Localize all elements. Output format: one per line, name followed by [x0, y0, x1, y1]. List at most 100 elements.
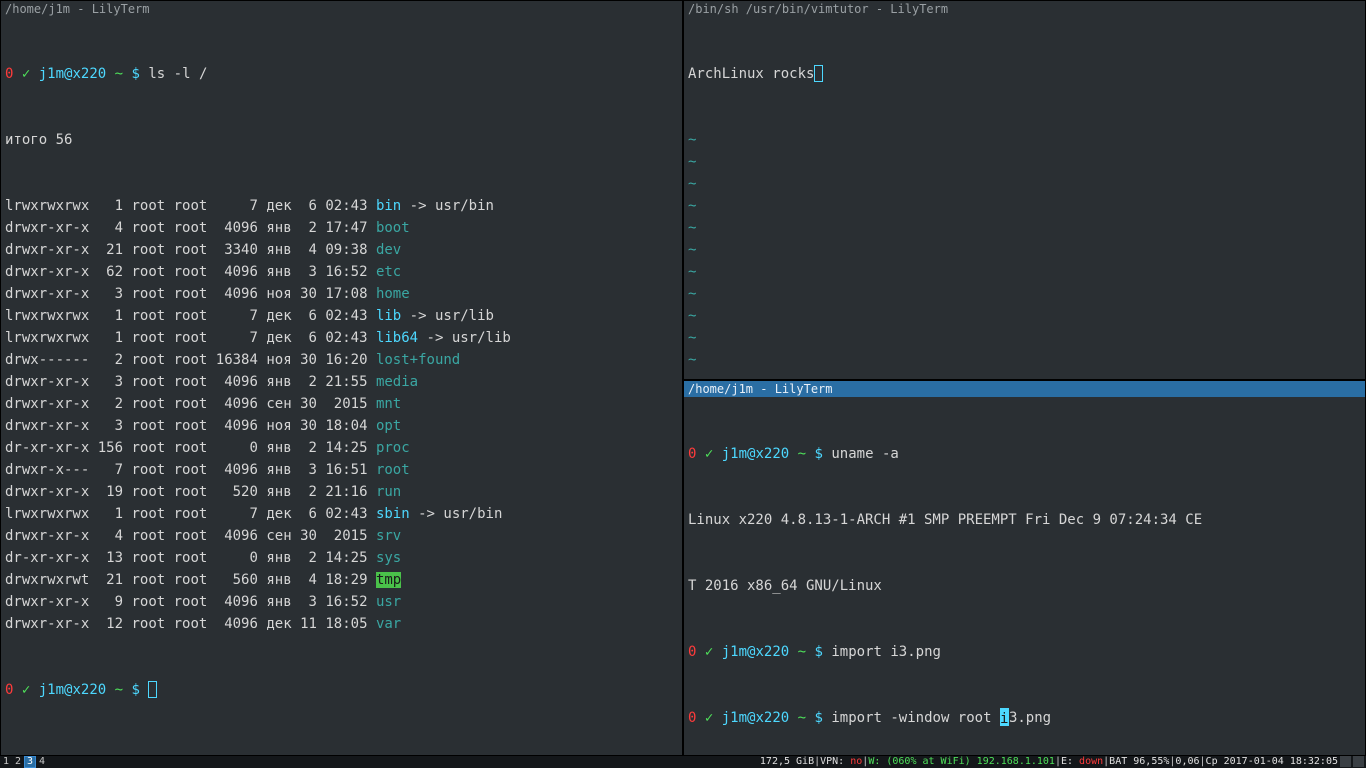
cursor-icon: i	[1000, 708, 1009, 726]
status-disk: 172,5 GiB	[760, 756, 814, 768]
cwd: ~	[115, 66, 123, 82]
ls-row: drwxr-xr-x 4 root root 4096 сен 30 2015 …	[5, 525, 678, 547]
vim-tilde-line: ~	[688, 129, 1361, 151]
file-name: bin	[376, 198, 401, 214]
status-right: 172,5 GiB|VPN: no|W: (060% at WiFi) 192.…	[760, 756, 1366, 768]
prompt-symbol: $	[815, 710, 823, 726]
ls-row: drwxr-xr-x 12 root root 4096 дек 11 18:0…	[5, 613, 678, 635]
vim-tilde-line: ~	[688, 195, 1361, 217]
vim-tilde-line: ~	[688, 151, 1361, 173]
tray-icon[interactable]	[1353, 756, 1364, 767]
terminal-top-right[interactable]: /bin/sh /usr/bin/vimtutor - LilyTerm Arc…	[683, 0, 1366, 380]
titlebar-top-right: /bin/sh /usr/bin/vimtutor - LilyTerm	[684, 1, 1365, 17]
ls-row: drwxr-xr-x 3 root root 4096 янв 2 21:55 …	[5, 371, 678, 393]
file-name: opt	[376, 418, 401, 434]
file-name: tmp	[376, 572, 401, 588]
file-name: etc	[376, 264, 401, 280]
cwd: ~	[798, 446, 806, 462]
symlink-target: -> usr/bin	[401, 198, 494, 214]
vim-tilde-line: ~	[688, 371, 1361, 379]
file-name: media	[376, 374, 418, 390]
status-load: 0,06	[1175, 756, 1199, 768]
workspace-button-3[interactable]: 3	[24, 756, 36, 768]
user-host: j1m@x220	[722, 710, 789, 726]
workspace-button-2[interactable]: 2	[12, 756, 24, 768]
command-text: ls -l /	[148, 66, 207, 82]
ls-row: lrwxrwxrwx 1 root root 7 дек 6 02:43 lib…	[5, 327, 678, 349]
vim-tilde-line: ~	[688, 261, 1361, 283]
vim-tilde-line: ~	[688, 305, 1361, 327]
tray-icon[interactable]	[1340, 756, 1351, 767]
cwd: ~	[115, 682, 123, 698]
i3-screen: /home/j1m - LilyTerm 0 ✓ j1m@x220 ~ $ ls…	[0, 0, 1366, 756]
workspace-button-4[interactable]: 4	[36, 756, 48, 768]
check-icon: ✓	[705, 644, 713, 660]
workspace-list: 1234	[0, 756, 48, 768]
prompt-line-1: 0 ✓ j1m@x220 ~ $ ls -l /	[5, 63, 678, 85]
vim-text: ArchLinux rocks	[688, 66, 814, 82]
prompt-symbol: $	[132, 66, 140, 82]
prompt-line-br3: 0 ✓ j1m@x220 ~ $ import -window root i3.…	[688, 707, 1361, 729]
file-name: mnt	[376, 396, 401, 412]
status-battery: BAT 96,55%	[1109, 756, 1169, 768]
symlink-target: -> usr/lib	[418, 330, 511, 346]
ls-row: drwxr-xr-x 4 root root 4096 янв 2 17:47 …	[5, 217, 678, 239]
prompt-line-2: 0 ✓ j1m@x220 ~ $	[5, 679, 678, 701]
symlink-target: -> usr/lib	[401, 308, 494, 324]
ls-row: drwxrwxrwt 21 root root 560 янв 4 18:29 …	[5, 569, 678, 591]
file-name: root	[376, 462, 410, 478]
file-name: home	[376, 286, 410, 302]
vim-tilde-line: ~	[688, 173, 1361, 195]
cwd: ~	[798, 644, 806, 660]
file-name: lib	[376, 308, 401, 324]
check-icon: ✓	[22, 66, 30, 82]
file-name: dev	[376, 242, 401, 258]
uname-output-2: T 2016 x86_64 GNU/Linux	[688, 575, 1361, 597]
terminal-top-right-body[interactable]: ArchLinux rocks ~~~~~~~~~~~~~~~	[684, 17, 1365, 379]
terminal-left[interactable]: /home/j1m - LilyTerm 0 ✓ j1m@x220 ~ $ ls…	[0, 0, 683, 756]
prompt-symbol: $	[132, 682, 140, 698]
ls-row: drwx------ 2 root root 16384 ноя 30 16:2…	[5, 349, 678, 371]
ls-row: drwxr-xr-x 21 root root 3340 янв 4 09:38…	[5, 239, 678, 261]
ls-row: drwxr-xr-x 19 root root 520 янв 2 21:16 …	[5, 481, 678, 503]
ls-row: lrwxrwxrwx 1 root root 7 дек 6 02:43 bin…	[5, 195, 678, 217]
check-icon: ✓	[22, 682, 30, 698]
i3-status-bar: 1234 172,5 GiB|VPN: no|W: (060% at WiFi)…	[0, 756, 1366, 768]
symlink-target: -> usr/bin	[410, 506, 503, 522]
vim-tilde-line: ~	[688, 327, 1361, 349]
workspace-button-1[interactable]: 1	[0, 756, 12, 768]
prompt-symbol: $	[815, 644, 823, 660]
exit-code: 0	[688, 710, 696, 726]
file-name: var	[376, 616, 401, 632]
file-name: lib64	[376, 330, 418, 346]
vim-tilde-line: ~	[688, 283, 1361, 305]
ls-row: drwxr-x--- 7 root root 4096 янв 3 16:51 …	[5, 459, 678, 481]
file-name: boot	[376, 220, 410, 236]
exit-code: 0	[5, 682, 13, 698]
terminal-left-body[interactable]: 0 ✓ j1m@x220 ~ $ ls -l / итого 56 lrwxrw…	[1, 17, 682, 755]
file-name: sys	[376, 550, 401, 566]
user-host: j1m@x220	[722, 446, 789, 462]
ls-row: lrwxrwxrwx 1 root root 7 дек 6 02:43 lib…	[5, 305, 678, 327]
ls-row: drwxr-xr-x 3 root root 4096 ноя 30 18:04…	[5, 415, 678, 437]
exit-code: 0	[688, 644, 696, 660]
ls-total: итого 56	[5, 129, 678, 151]
prompt-line-br1: 0 ✓ j1m@x220 ~ $ uname -a	[688, 443, 1361, 465]
prompt-line-br2: 0 ✓ j1m@x220 ~ $ import i3.png	[688, 641, 1361, 663]
status-eth-label: E:	[1061, 756, 1079, 768]
ls-row: drwxr-xr-x 9 root root 4096 янв 3 16:52 …	[5, 591, 678, 613]
file-name: proc	[376, 440, 410, 456]
ls-row: drwxr-xr-x 62 root root 4096 янв 3 16:52…	[5, 261, 678, 283]
check-icon: ✓	[705, 710, 713, 726]
exit-code: 0	[5, 66, 13, 82]
command-text: 3.png	[1009, 710, 1051, 726]
check-icon: ✓	[705, 446, 713, 462]
status-eth-value: down	[1079, 756, 1103, 768]
ls-row: lrwxrwxrwx 1 root root 7 дек 6 02:43 sbi…	[5, 503, 678, 525]
terminal-bottom-right-body[interactable]: 0 ✓ j1m@x220 ~ $ uname -a Linux x220 4.8…	[684, 397, 1365, 755]
uname-output-1: Linux x220 4.8.13-1-ARCH #1 SMP PREEMPT …	[688, 509, 1361, 531]
ls-row: drwxr-xr-x 3 root root 4096 ноя 30 17:08…	[5, 283, 678, 305]
terminal-bottom-right[interactable]: /home/j1m - LilyTerm 0 ✓ j1m@x220 ~ $ un…	[683, 380, 1366, 756]
user-host: j1m@x220	[39, 682, 106, 698]
vim-tilde-line: ~	[688, 349, 1361, 371]
